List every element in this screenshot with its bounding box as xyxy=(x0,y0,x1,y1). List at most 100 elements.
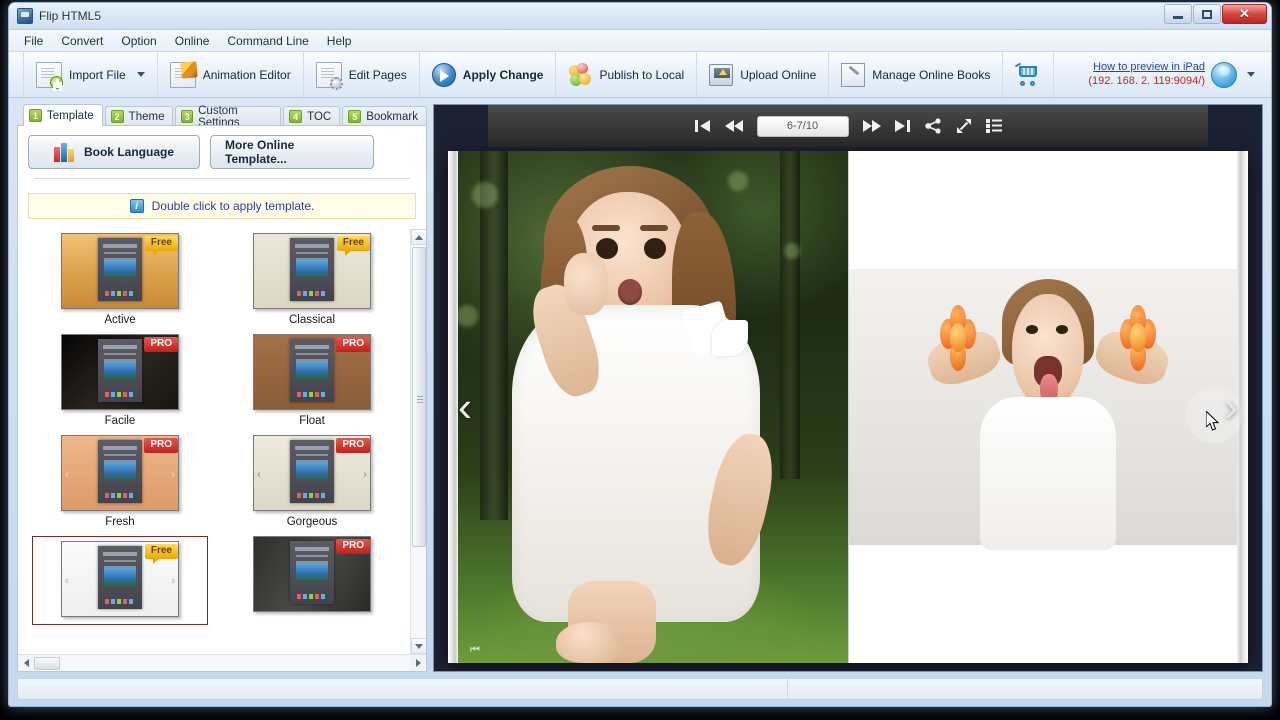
template-item-float[interactable]: PRO Float xyxy=(224,334,400,427)
template-list-area: Free Active Free Classical PRO Facile PR… xyxy=(18,229,426,654)
template-thumbnail: PRO xyxy=(253,334,371,410)
import-file-button[interactable]: Import File xyxy=(23,52,158,97)
chevron-up-icon xyxy=(414,234,423,240)
tab-bookmark[interactable]: 5 Bookmark xyxy=(342,106,427,126)
how-to-preview-in-ipad-link[interactable]: How to preview in iPad xyxy=(1088,61,1205,75)
vertical-scroll-track[interactable] xyxy=(410,245,426,638)
player-toolbar: 6-7/10 xyxy=(488,105,1208,147)
page-indicator[interactable]: 6-7/10 xyxy=(756,115,849,137)
close-icon: ✕ xyxy=(1239,6,1250,21)
menu-item-command-line[interactable]: Command Line xyxy=(218,32,317,50)
previous-page-arrow[interactable]: ‹ xyxy=(458,386,472,428)
window-title: Flip HTML5 xyxy=(39,9,102,23)
user-avatar-icon[interactable] xyxy=(1211,61,1237,88)
scroll-up-button[interactable] xyxy=(410,229,426,245)
template-item-active[interactable]: Free Active xyxy=(32,233,208,326)
template-badge: Free xyxy=(336,236,370,256)
left-settings-panel: 1 Template 2 Theme 3 Custom Settings 4 T… xyxy=(17,104,427,672)
template-item-fresh[interactable]: ‹ › PRO Fresh xyxy=(32,435,208,528)
edit-pages-button[interactable]: Edit Pages xyxy=(304,52,420,97)
first-page-icon[interactable] xyxy=(694,119,711,133)
tab-custom-settings[interactable]: 3 Custom Settings xyxy=(175,105,282,129)
info-bar-text: Double click to apply template. xyxy=(151,199,315,213)
apply-change-icon xyxy=(431,62,456,87)
tab-toc[interactable]: 4 TOC xyxy=(283,106,341,126)
menu-item-online[interactable]: Online xyxy=(166,32,219,50)
last-page-icon[interactable] xyxy=(894,119,911,133)
upload-online-button[interactable]: Upload Online xyxy=(697,52,830,97)
template-item-classical[interactable]: Free Classical xyxy=(224,233,400,326)
publish-to-local-button[interactable]: Publish to Local xyxy=(556,52,698,97)
panel-button-row: Book Language More Online Template... xyxy=(28,135,416,169)
thumbnails-icon[interactable] xyxy=(985,119,1002,133)
book-preview-pane: 6-7/10 ‹ ⏮ › xyxy=(433,104,1263,672)
template-item-gorgeous[interactable]: ‹ › PRO Gorgeous xyxy=(224,435,400,528)
tab-theme[interactable]: 2 Theme xyxy=(104,106,174,126)
book-page-left[interactable]: ‹ ⏮ xyxy=(448,151,849,663)
template-thumbnail: ‹ › PRO xyxy=(253,435,371,511)
tab-custom-settings-number: 3 xyxy=(181,110,194,123)
tab-theme-number: 2 xyxy=(110,110,124,123)
menu-item-convert[interactable]: Convert xyxy=(52,32,112,50)
mini-player-controls[interactable]: ⏮ xyxy=(470,644,480,657)
template-label: Facile xyxy=(104,415,136,427)
horizontal-scrollbar[interactable] xyxy=(18,654,426,671)
share-icon[interactable] xyxy=(924,118,942,134)
apply-change-button[interactable]: Apply Change xyxy=(420,52,557,97)
book-language-button[interactable]: Book Language xyxy=(28,135,200,169)
template-item-facile[interactable]: PRO Facile xyxy=(32,334,208,427)
publish-to-local-label: Publish to Local xyxy=(599,67,685,82)
template-thumbnail: ‹ › Free xyxy=(61,541,179,617)
template-grid: Free Active Free Classical PRO Facile PR… xyxy=(18,229,410,654)
window-controls: ✕ xyxy=(1164,4,1267,24)
menu-bar: File Convert Option Online Command Line … xyxy=(9,30,1271,52)
shopping-cart-button[interactable] xyxy=(1003,52,1055,97)
scroll-down-button[interactable] xyxy=(410,638,426,654)
ipad-preview-info: How to preview in iPad (192. 168. 2. 119… xyxy=(1088,61,1205,89)
main-body: 1 Template 2 Theme 3 Custom Settings 4 T… xyxy=(9,98,1271,672)
edit-pages-icon xyxy=(315,61,343,90)
animation-editor-button[interactable]: Animation Editor xyxy=(158,52,304,97)
fullscreen-icon[interactable] xyxy=(956,118,972,134)
template-badge: Free xyxy=(144,544,178,564)
maximize-button[interactable] xyxy=(1193,4,1221,24)
template-thumbnail: ‹ › PRO xyxy=(61,435,179,511)
close-button[interactable]: ✕ xyxy=(1222,4,1267,24)
import-file-label: Import File xyxy=(69,67,126,82)
menu-item-option[interactable]: Option xyxy=(112,32,165,50)
avatar-chevron-down-icon[interactable] xyxy=(1247,72,1255,77)
template-badge: PRO xyxy=(144,438,178,453)
upload-online-icon xyxy=(709,63,734,86)
manage-online-books-button[interactable]: Manage Online Books xyxy=(829,52,1004,97)
tab-template-number: 1 xyxy=(29,109,42,122)
scroll-right-button[interactable] xyxy=(410,656,426,671)
template-thumbnail: PRO xyxy=(253,536,371,612)
menu-item-help[interactable]: Help xyxy=(318,32,361,50)
template-badge: PRO xyxy=(144,337,178,352)
vertical-scrollbar[interactable] xyxy=(410,229,426,654)
flipbook[interactable]: ‹ ⏮ › xyxy=(448,151,1248,663)
template-item-selected[interactable]: ‹ › Free xyxy=(32,536,208,625)
menu-item-file[interactable]: File xyxy=(15,32,52,50)
more-online-template-button[interactable]: More Online Template... xyxy=(210,135,374,169)
tab-template[interactable]: 1 Template xyxy=(23,104,103,126)
upload-online-label: Upload Online xyxy=(740,67,817,82)
panel-divider xyxy=(34,178,410,179)
previous-page-icon[interactable] xyxy=(724,119,743,133)
template-item-last[interactable]: PRO xyxy=(224,536,400,625)
template-label: Float xyxy=(299,415,325,427)
horizontal-scroll-thumb[interactable] xyxy=(34,656,60,670)
shopping-cart-icon xyxy=(1015,62,1041,87)
apply-change-label: Apply Change xyxy=(462,67,544,82)
next-page-icon[interactable] xyxy=(862,119,881,133)
scroll-left-button[interactable] xyxy=(18,656,34,671)
desktop-background: Flip HTML5 ✕ File Convert Option Online … xyxy=(0,0,1280,720)
chevron-left-icon xyxy=(23,659,29,667)
chevron-down-icon[interactable] xyxy=(136,72,145,77)
info-icon: i xyxy=(129,199,144,213)
template-thumbnail: Free xyxy=(253,233,371,309)
minimize-button[interactable] xyxy=(1164,4,1192,24)
horizontal-scroll-track[interactable] xyxy=(34,655,410,671)
vertical-scroll-thumb[interactable] xyxy=(411,247,426,547)
status-bar xyxy=(17,678,1263,700)
